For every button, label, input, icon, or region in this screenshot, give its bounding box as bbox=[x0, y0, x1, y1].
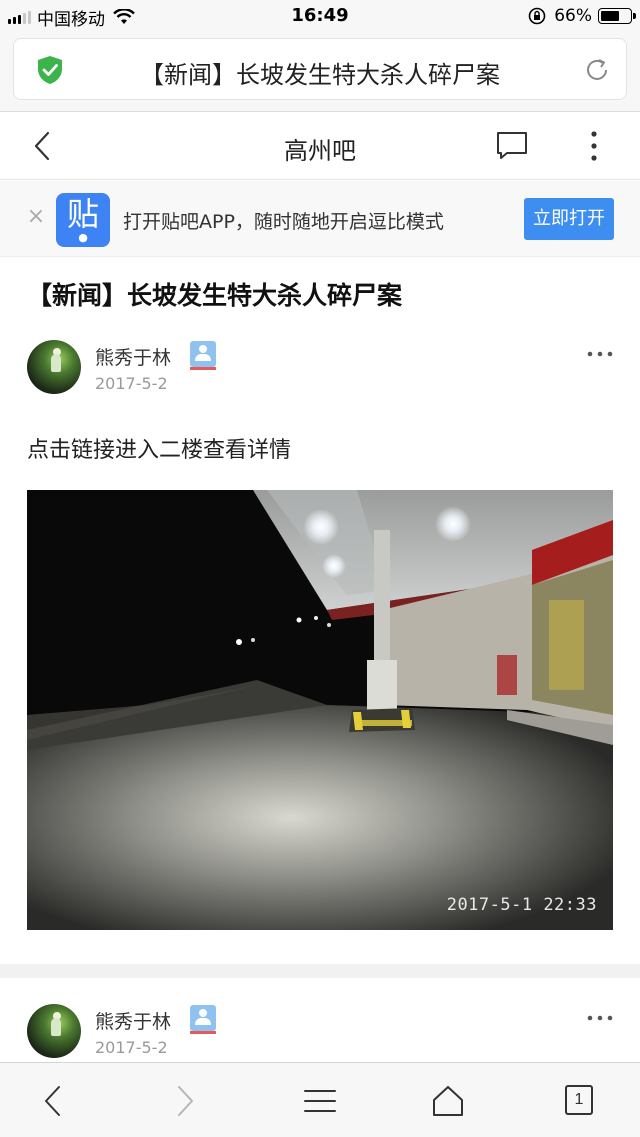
app-icon-glyph: 贴 bbox=[66, 195, 99, 233]
forum-title: 高州吧 bbox=[284, 137, 356, 165]
tieba-app-icon: 贴 ● bbox=[56, 193, 110, 247]
rotation-lock-icon bbox=[528, 7, 546, 25]
paw-icon: ● bbox=[78, 231, 88, 244]
post-title: 【新闻】长坡发生特大杀人碎尸案 bbox=[27, 281, 403, 310]
status-right: 66% bbox=[528, 6, 636, 26]
app-download-banner: × 贴 ● 打开贴吧APP，随时随地开启逗比模式 立即打开 bbox=[0, 181, 640, 257]
banner-text: 打开贴吧APP，随时随地开启逗比模式 bbox=[123, 211, 444, 233]
browser-address-area: 【新闻】长坡发生特大杀人碎尸案 bbox=[0, 34, 640, 112]
avatar[interactable] bbox=[27, 340, 81, 394]
open-app-button[interactable]: 立即打开 bbox=[524, 198, 614, 240]
user-badge-icon bbox=[190, 341, 216, 370]
post-body: 点击链接进入二楼查看详情 bbox=[27, 438, 292, 463]
home-icon[interactable] bbox=[430, 1083, 466, 1119]
gas-station-night-photo bbox=[27, 490, 613, 930]
more-horizontal-icon[interactable] bbox=[585, 350, 615, 358]
back-icon[interactable] bbox=[36, 1083, 72, 1119]
more-vertical-icon[interactable] bbox=[584, 128, 604, 164]
forward-icon[interactable] bbox=[166, 1083, 202, 1119]
post-date: 2017-5-2 bbox=[95, 374, 168, 393]
user-badge-icon bbox=[190, 1005, 216, 1034]
menu-icon[interactable] bbox=[302, 1083, 338, 1119]
shield-check-icon bbox=[38, 56, 62, 84]
post-date: 2017-5-2 bbox=[95, 1038, 168, 1057]
battery-icon bbox=[598, 8, 636, 24]
status-bar: 中国移动 16:49 66% bbox=[0, 0, 640, 34]
photo-timestamp: 2017-5-1 22:33 bbox=[446, 895, 597, 915]
address-title: 【新闻】长坡发生特大杀人碎尸案 bbox=[140, 61, 500, 89]
comment-icon[interactable] bbox=[495, 130, 529, 162]
forum-header: 高州吧 bbox=[0, 112, 640, 180]
browser-toolbar: 1 bbox=[0, 1062, 640, 1137]
more-horizontal-icon[interactable] bbox=[585, 1014, 615, 1022]
post-photo[interactable]: 2017-5-1 22:33 bbox=[27, 490, 613, 930]
reload-icon[interactable] bbox=[582, 55, 612, 85]
author-name[interactable]: 熊秀于林 bbox=[95, 343, 171, 370]
tabs-icon[interactable]: 1 bbox=[565, 1085, 593, 1115]
battery-percent: 66% bbox=[554, 6, 592, 26]
avatar[interactable] bbox=[27, 1004, 81, 1058]
floor-divider bbox=[0, 964, 640, 978]
address-bar[interactable]: 【新闻】长坡发生特大杀人碎尸案 bbox=[13, 38, 627, 100]
author-name[interactable]: 熊秀于林 bbox=[95, 1007, 171, 1034]
close-icon[interactable]: × bbox=[24, 205, 48, 229]
